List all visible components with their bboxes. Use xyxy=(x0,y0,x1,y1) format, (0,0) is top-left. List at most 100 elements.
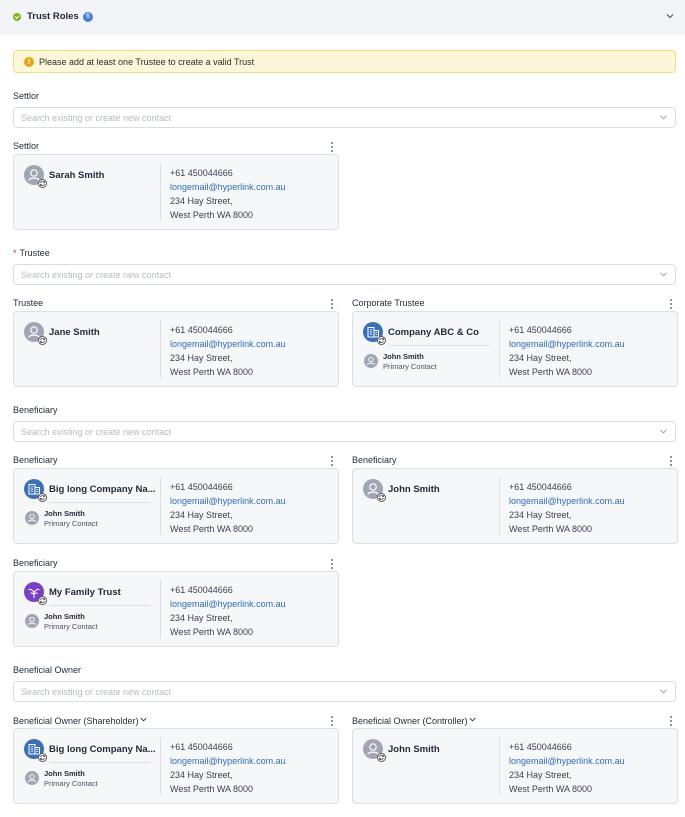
card-role-label-text: Beneficiary xyxy=(13,455,58,465)
contact-card[interactable]: Big long Company Na... John Smith Primary … xyxy=(13,728,339,804)
contact-name[interactable]: My Family Trust xyxy=(49,587,121,598)
contact-street: 234 Hay Street, xyxy=(509,353,572,363)
more-options-icon[interactable] xyxy=(329,299,335,309)
settlor-section-label: Settlor xyxy=(13,91,40,101)
contact-email-link[interactable]: longemail@hyperlink.com.au xyxy=(509,494,625,508)
card-role-label: Settlor xyxy=(13,141,39,151)
beneficiary-search-input[interactable]: Search existing or create new contact xyxy=(13,421,676,442)
contact-name[interactable]: John Smith xyxy=(388,744,440,755)
contact-card[interactable]: Jane Smith +61 450044666 longemail@hyperli… xyxy=(13,311,339,387)
count-badge: 6 xyxy=(83,12,93,22)
primary-contact-name[interactable]: John Smith xyxy=(44,509,85,518)
divider xyxy=(160,163,161,221)
more-options-icon[interactable] xyxy=(329,142,335,152)
contact-email-link[interactable]: longemail@hyperlink.com.au xyxy=(509,754,625,768)
settlor-search-input[interactable]: Search existing or create new contact xyxy=(13,107,676,128)
contact-name[interactable]: Company ABC & Co xyxy=(388,327,479,338)
card-role-label-text: Trustee xyxy=(13,298,44,308)
divider xyxy=(499,320,500,378)
card-role-label: Beneficiary xyxy=(13,558,58,568)
contact-phone: +61 450044666 xyxy=(170,325,233,335)
more-options-icon[interactable] xyxy=(668,299,674,309)
sync-icon xyxy=(377,493,386,502)
avatar xyxy=(24,322,47,345)
contact-card[interactable]: Sarah Smith +61 450044666 longemail@hyperl… xyxy=(13,154,339,230)
contact-city: West Perth WA 8000 xyxy=(509,367,593,377)
card-role-label[interactable]: Beneficial Owner (Shareholder) xyxy=(13,715,148,726)
divider xyxy=(160,580,161,638)
contact-name[interactable]: John Smith xyxy=(388,484,440,495)
avatar xyxy=(363,739,386,762)
contact-name[interactable]: Big long Company Na... xyxy=(49,744,156,755)
contact-phone: +61 450044666 xyxy=(509,482,572,492)
section-title: Trust Roles xyxy=(27,11,79,22)
contact-street: 234 Hay Street, xyxy=(509,770,572,780)
card-role-label[interactable]: Beneficial Owner (Controller) xyxy=(352,715,477,726)
avatar xyxy=(24,479,47,502)
contact-phone: +61 450044666 xyxy=(170,168,233,178)
contact-email-link[interactable]: longemail@hyperlink.com.au xyxy=(170,337,286,351)
chevron-down-icon[interactable] xyxy=(658,426,669,437)
sync-icon xyxy=(38,753,47,762)
avatar xyxy=(363,322,386,345)
contact-name[interactable]: Sarah Smith xyxy=(49,170,104,181)
contact-street: 234 Hay Street, xyxy=(170,353,233,363)
divider xyxy=(499,477,500,535)
more-options-icon[interactable] xyxy=(329,456,335,466)
contact-email-link[interactable]: longemail@hyperlink.com.au xyxy=(509,337,625,351)
contact-street: 234 Hay Street, xyxy=(170,196,233,206)
primary-contact-role: Primary Contact xyxy=(383,362,437,371)
chevron-down-icon[interactable] xyxy=(139,716,148,726)
more-options-icon[interactable] xyxy=(668,716,674,726)
contact-city: West Perth WA 8000 xyxy=(170,524,254,534)
primary-contact-avatar xyxy=(25,614,39,628)
more-options-icon[interactable] xyxy=(329,716,335,726)
card-role-label: Corporate Trustee xyxy=(352,298,425,308)
contact-city: West Perth WA 8000 xyxy=(170,784,254,794)
card-role-label-text: Beneficiary xyxy=(352,455,397,465)
contact-card[interactable]: John Smith +61 450044666 longemail@hyperli… xyxy=(352,468,678,544)
contact-phone: +61 450044666 xyxy=(170,585,233,595)
avatar xyxy=(363,479,386,502)
contact-card[interactable]: Big long Company Na... John Smith Primary … xyxy=(13,468,339,544)
sync-icon xyxy=(38,336,47,345)
contact-email-link[interactable]: longemail@hyperlink.com.au xyxy=(170,180,286,194)
sync-icon xyxy=(377,753,386,762)
chevron-down-icon[interactable] xyxy=(658,112,669,123)
card-role-label-text: Settlor xyxy=(13,141,40,151)
trust-roles-header[interactable]: Trust Roles 6 xyxy=(0,0,685,35)
card-role-label: Trustee xyxy=(13,298,43,308)
chevron-down-icon[interactable] xyxy=(658,686,669,697)
contact-city: West Perth WA 8000 xyxy=(170,210,254,220)
beneficiary-section-label: Beneficiary xyxy=(13,405,58,415)
divider xyxy=(49,762,151,763)
contact-name[interactable]: Jane Smith xyxy=(49,327,100,338)
contact-city: West Perth WA 8000 xyxy=(170,627,254,637)
contact-email-link[interactable]: longemail@hyperlink.com.au xyxy=(170,597,286,611)
contact-details: +61 450044666 longemail@hyperlink.com.au 2… xyxy=(170,740,286,796)
trustee-search-input[interactable]: Search existing or create new contact xyxy=(13,264,676,285)
contact-name[interactable]: Big long Company Na... xyxy=(49,484,156,495)
primary-contact-name[interactable]: John Smith xyxy=(383,352,424,361)
divider xyxy=(388,345,490,346)
sync-icon xyxy=(38,179,47,188)
contact-card[interactable]: My Family Trust John Smith Primary Contact… xyxy=(13,571,339,647)
more-options-icon[interactable] xyxy=(329,559,335,569)
contact-email-link[interactable]: longemail@hyperlink.com.au xyxy=(170,754,286,768)
divider xyxy=(49,502,151,503)
search-placeholder: Search existing or create new contact xyxy=(21,113,172,123)
primary-contact-name[interactable]: John Smith xyxy=(44,769,85,778)
trustee-warning-alert: ! Please add at least one Trustee to cre… xyxy=(13,50,676,73)
card-role-label: Beneficiary xyxy=(352,455,397,465)
contact-card[interactable]: John Smith +61 450044666 longemail@hyperli… xyxy=(352,728,678,804)
chevron-down-icon[interactable] xyxy=(658,269,669,280)
primary-contact-name[interactable]: John Smith xyxy=(44,612,85,621)
contact-card[interactable]: Company ABC & Co John Smith Primary Contac… xyxy=(352,311,678,387)
more-options-icon[interactable] xyxy=(668,456,674,466)
chevron-down-icon[interactable] xyxy=(664,10,676,22)
primary-contact-role: Primary Contact xyxy=(44,622,98,631)
contact-details: +61 450044666 longemail@hyperlink.com.au 2… xyxy=(170,166,286,222)
beneficial-owner-search-input[interactable]: Search existing or create new contact xyxy=(13,681,676,702)
chevron-down-icon[interactable] xyxy=(468,716,477,726)
contact-email-link[interactable]: longemail@hyperlink.com.au xyxy=(170,494,286,508)
